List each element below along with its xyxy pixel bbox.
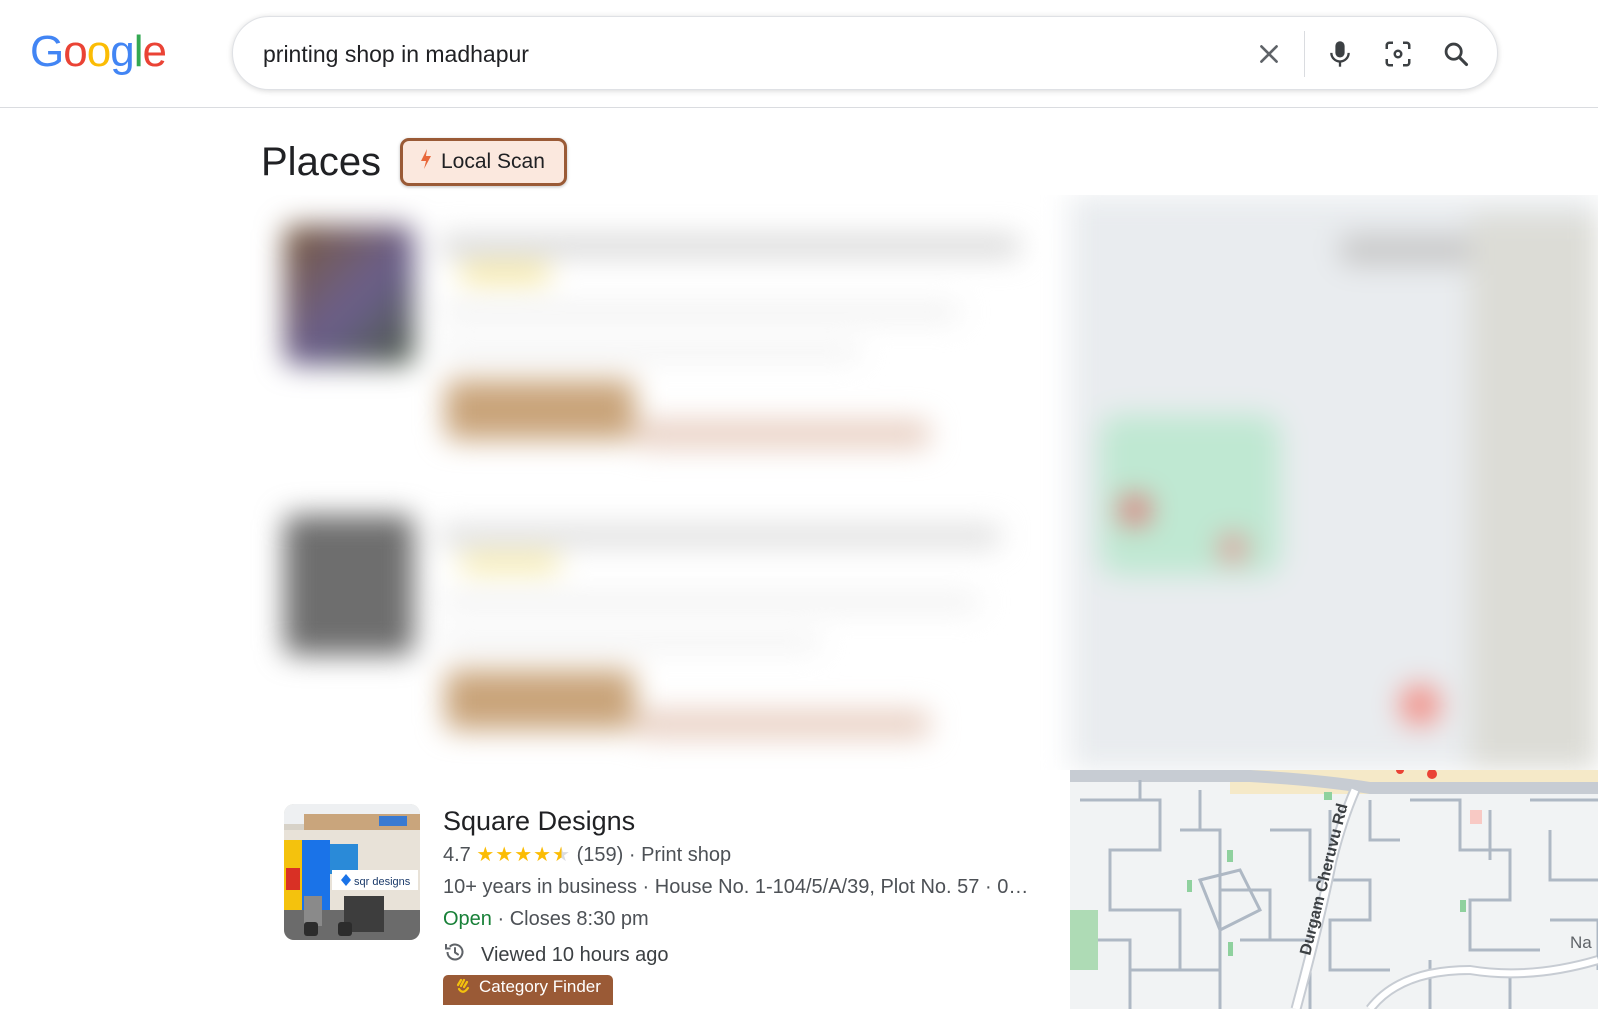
results-map[interactable]: Durgam Cheruvu Rd Na <box>1070 770 1598 1009</box>
viewed-history: Viewed 10 hours ago <box>443 940 669 970</box>
blurred-results <box>240 195 1598 770</box>
local-scan-label: Local Scan <box>441 150 545 173</box>
place-name[interactable]: Square Designs <box>443 804 635 838</box>
places-heading: Places <box>261 140 382 184</box>
star-rating-icon: ★★★★★ <box>476 844 572 866</box>
place-photo[interactable]: sqr designs <box>284 804 420 940</box>
hours-line: Open · Closes 8:30 pm <box>443 906 649 932</box>
close-icon[interactable] <box>1251 36 1287 72</box>
search-divider <box>1304 31 1305 77</box>
local-scan-button[interactable]: Local Scan <box>400 138 567 186</box>
logo-letter: o <box>63 27 88 76</box>
logo-letter: o <box>86 27 112 76</box>
open-status: Open <box>443 908 492 930</box>
search-input[interactable] <box>263 37 1223 71</box>
search-box[interactable] <box>232 16 1498 90</box>
hand-wave-icon <box>455 977 471 1002</box>
microphone-icon[interactable] <box>1322 36 1358 72</box>
badge-label: Category Finder <box>479 977 601 996</box>
logo-letter: e <box>142 27 167 76</box>
logo-letter: l <box>133 27 144 76</box>
category-finder-badge[interactable]: Category Finder <box>443 975 613 1005</box>
rating-value: 4.7 <box>443 844 471 866</box>
camera-lens-icon[interactable] <box>1380 36 1416 72</box>
search-icon[interactable] <box>1438 36 1474 72</box>
logo-letter: g <box>110 27 135 76</box>
google-logo[interactable]: Google <box>30 26 167 78</box>
history-icon <box>443 940 467 970</box>
lightning-bolt-icon <box>419 148 433 176</box>
rating-line: 4.7 ★★★★★ (159) · Print shop <box>443 842 731 868</box>
review-count[interactable]: (159) <box>577 844 624 866</box>
map-edge-label: Na <box>1570 933 1592 952</box>
closing-time: · Closes 8:30 pm <box>497 908 649 930</box>
place-details: 10+ years in business · House No. 1-104/… <box>443 876 1029 898</box>
logo-letter: G <box>30 27 64 76</box>
viewed-text: Viewed 10 hours ago <box>481 943 669 966</box>
search-header: Google <box>0 0 1598 108</box>
place-result-card[interactable]: sqr designs Square Designs 4.7 ★★★★★ (15… <box>270 770 1070 1009</box>
place-category: · Print shop <box>628 844 732 866</box>
photo-sign-text: sqr designs <box>354 876 411 888</box>
